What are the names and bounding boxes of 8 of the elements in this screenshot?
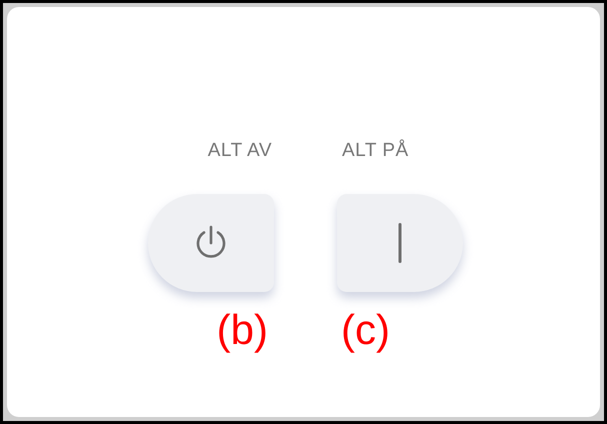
switch-label: ALT PÅ	[342, 138, 409, 163]
power-icon	[194, 224, 228, 260]
annotation-label: (b)	[216, 306, 268, 354]
annotation-label: (c)	[341, 306, 390, 354]
power-off-button[interactable]	[148, 194, 274, 292]
vertical-line-icon	[398, 222, 402, 262]
switch-label: ALT AV	[208, 139, 272, 163]
power-on-button[interactable]	[337, 194, 463, 292]
